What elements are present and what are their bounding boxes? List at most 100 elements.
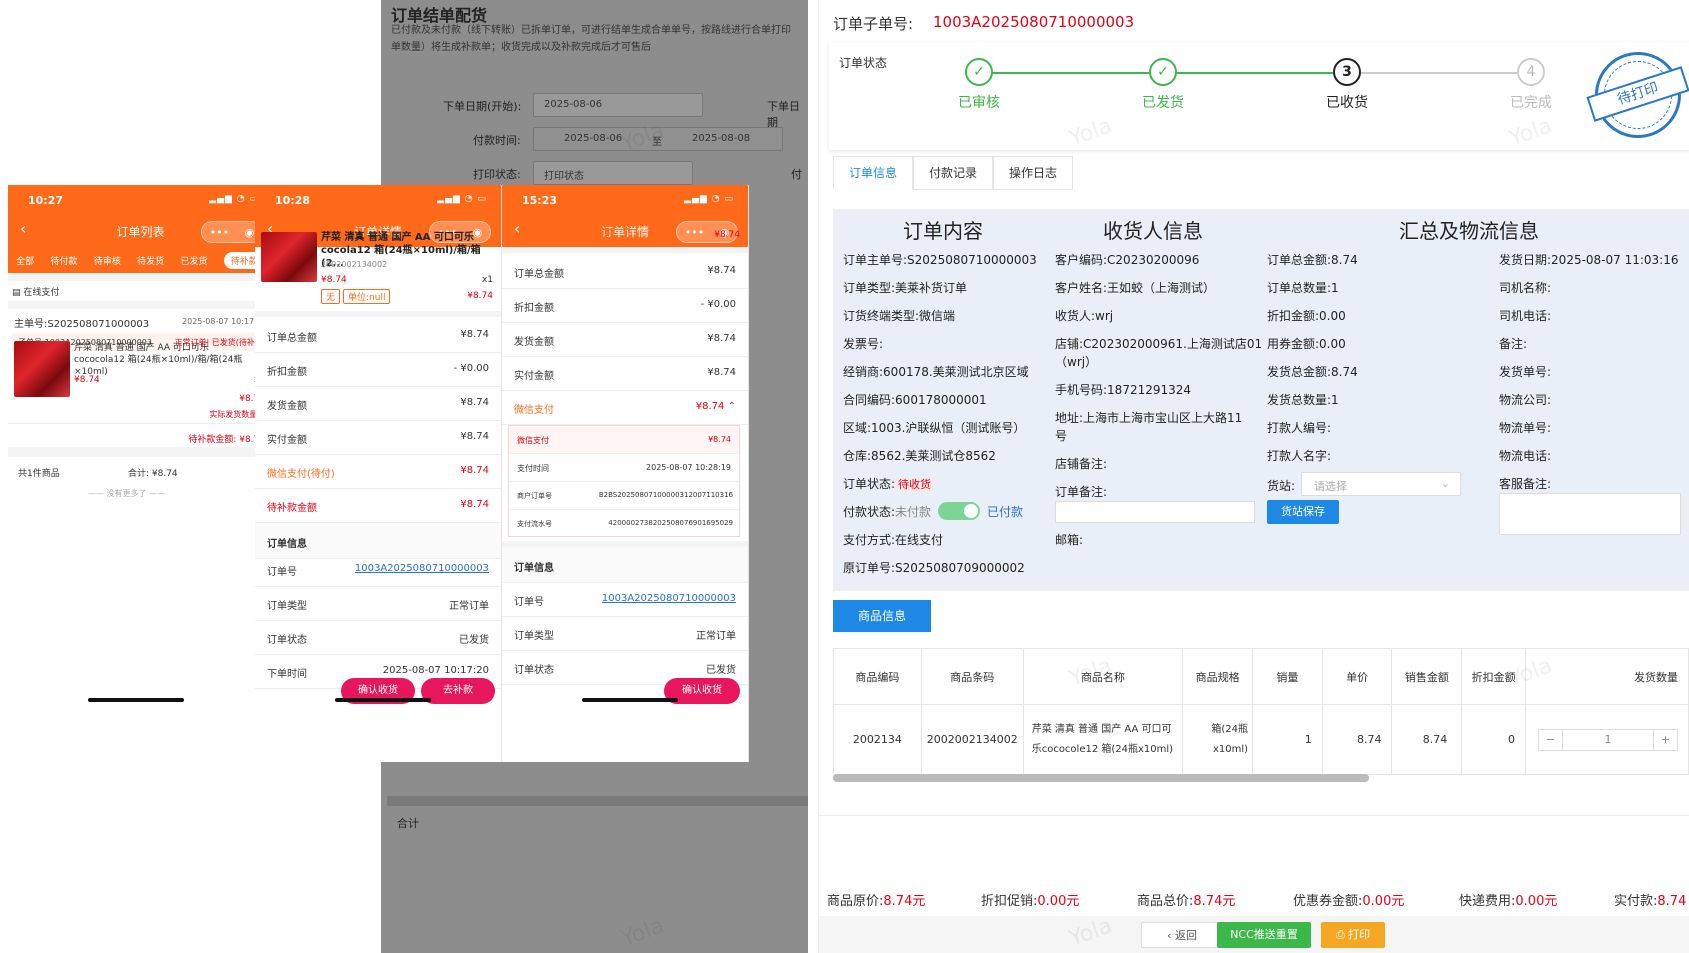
tab-payment-records[interactable]: 付款记录 xyxy=(913,156,993,190)
check-icon: ✓ xyxy=(965,58,993,86)
divider xyxy=(8,273,273,281)
cut-label: 付 xyxy=(791,168,802,181)
print-icon: ⎙ xyxy=(1335,928,1349,941)
field-address-cont: 号 xyxy=(1055,429,1068,443)
step-name: 已完成 xyxy=(1510,95,1552,111)
phone-order-list: 10:27 ▂▄▆ ◔ ▭ ‹ 订单列表 ••• ◉ 全部 待付款 待审核 待发货… xyxy=(8,185,274,762)
order-no-link[interactable]: 1003A2025080710000003 xyxy=(602,593,736,604)
row-value: ¥8.74 xyxy=(460,431,489,442)
tab-pending-review[interactable]: 待审核 xyxy=(94,254,121,267)
product-tags: 无单位:null xyxy=(568,229,640,244)
pay-unpaid: 未付款 xyxy=(895,505,932,519)
row-value: ¥8.74 xyxy=(707,333,736,344)
station-save-button[interactable]: 货站保存 xyxy=(1267,500,1339,524)
pay-method: ▤ 在线支付 xyxy=(12,288,60,298)
more-icon[interactable]: ••• xyxy=(210,226,229,239)
row-value: 已发货 xyxy=(459,635,489,646)
step-name: 已收货 xyxy=(1326,95,1368,111)
row-value: ¥8.74 xyxy=(460,465,489,476)
row-value: 正常订单 xyxy=(449,601,489,612)
home-indicator xyxy=(88,698,184,702)
th-code: 商品编码 xyxy=(833,648,922,705)
admin-scrollbar[interactable] xyxy=(387,796,808,806)
field-region: 区域:1003.沪联纵恒（测试账号） xyxy=(843,421,1026,435)
phone-order-detail: 10:28 ▂▄▆ ◔ ▭ ‹ 订单详情 ••• ◉ 芹菜 清真 普通 国产 AA… xyxy=(255,185,502,762)
th-spec: 商品规格 xyxy=(1182,648,1254,705)
field-original-no: 原订单号:S2025080709000002 xyxy=(843,561,1025,575)
row-label: 订单类型 xyxy=(514,631,554,642)
field-terminal: 订货终端类型:微信端 xyxy=(843,309,956,323)
row-value: ¥8.74 xyxy=(708,435,731,444)
step-reviewed: ✓ 已审核 xyxy=(939,58,1019,112)
close-circle-icon[interactable]: ◉ xyxy=(245,226,255,239)
pay-status-toggle[interactable] xyxy=(938,502,980,520)
section-title: 订单信息 xyxy=(514,563,554,574)
divider xyxy=(819,815,1689,816)
back-button[interactable]: ‹ 返回 xyxy=(1141,922,1223,948)
footer-paid: 实付款:8.74 xyxy=(1614,890,1686,909)
order-detail-panel: 订单子单号: 1003A2025080710000003 订单状态 ✓ 已审核 ✓… xyxy=(818,0,1689,953)
ship-qty-stepper[interactable]: − 1 + xyxy=(1538,728,1679,751)
service-remark-textarea[interactable] xyxy=(1499,493,1681,535)
amount-row: 实付金额 ¥8.74 xyxy=(255,419,501,455)
tag-unit: 单位:null xyxy=(343,289,391,304)
goods-info-button[interactable]: 商品信息 xyxy=(833,600,931,632)
product-name: 芹菜 清真 普通 国产 AA 可口可乐cococola12 箱(24瓶×10ml… xyxy=(74,343,243,377)
print-button[interactable]: ⎙ 打印 xyxy=(1321,922,1385,948)
check-icon: ✓ xyxy=(1149,58,1177,86)
step-name: 已审核 xyxy=(958,95,1000,111)
tab-pending-ship[interactable]: 待发货 xyxy=(137,254,164,267)
status-card: 订单状态 ✓ 已审核 ✓ 已发货 3 已收货 4 已完成 待打印 xyxy=(829,42,1689,150)
minus-icon[interactable]: − xyxy=(1539,729,1564,750)
section-title: 订单信息 xyxy=(267,539,307,550)
tab-operation-log[interactable]: 操作日志 xyxy=(993,156,1073,190)
capsule-menu[interactable]: ••• ◉ xyxy=(201,221,263,243)
ncc-reset-button[interactable]: NCC推送重置 xyxy=(1217,922,1311,948)
signal-icon: ▂▄▆ ◔ ▭ xyxy=(209,194,259,204)
sub-no-value: 1003A2025080710000003 xyxy=(933,13,1135,31)
tab-pending-pay[interactable]: 待付款 xyxy=(50,254,77,267)
topup-button[interactable]: 去补款 xyxy=(421,678,495,704)
station-select[interactable]: 请选择 ⌄ xyxy=(1301,472,1461,496)
tab-order-info[interactable]: 订单信息 xyxy=(833,156,913,190)
footer-unit: 元 xyxy=(1544,894,1558,909)
pay-start: 2025-08-06 xyxy=(564,133,623,144)
product-tags: 无单位:null xyxy=(321,289,393,304)
footer-value: 0.00 xyxy=(1515,894,1545,909)
order-no-link[interactable]: 1003A2025080710000003 xyxy=(355,563,489,574)
field-ship-amount: 发货总金额:8.74 xyxy=(1267,365,1358,379)
mobile-screenshots: 10:27 ▂▄▆ ◔ ▭ ‹ 订单列表 ••• ◉ 全部 待付款 待审核 待发货… xyxy=(8,185,808,762)
cell-ship-qty: − 1 + xyxy=(1525,704,1689,775)
footer-unit: 元 xyxy=(1222,894,1236,909)
footer-unit: 元 xyxy=(1066,894,1080,909)
footer-label: 商品总价: xyxy=(1137,894,1194,909)
line-total: ¥8.74 xyxy=(714,230,740,240)
tab-shipped[interactable]: 已发货 xyxy=(180,254,207,267)
product-image[interactable] xyxy=(14,341,70,397)
row-value: ¥8.74 xyxy=(460,397,489,408)
field-payer-name: 打款人名字: xyxy=(1267,449,1332,463)
row-label: 发货金额 xyxy=(267,401,307,412)
order-remark-input[interactable] xyxy=(1055,501,1255,523)
table-scrollbar[interactable] xyxy=(833,774,1369,782)
field-store-cont: （wrj） xyxy=(1055,355,1098,369)
product-image[interactable] xyxy=(261,232,317,282)
tab-all[interactable]: 全部 xyxy=(16,254,34,267)
row-label: 微信支付 xyxy=(517,436,549,445)
wx-pay-row[interactable]: 微信支付 ¥8.74 ⌃ xyxy=(502,389,748,425)
step-number: 4 xyxy=(1517,58,1545,86)
divider xyxy=(8,301,273,309)
more-icon[interactable]: ••• xyxy=(685,226,704,239)
plus-icon[interactable]: + xyxy=(1653,729,1677,750)
amount-row: 微信支付(待付) ¥8.74 xyxy=(255,453,501,489)
step-received: 3 已收货 xyxy=(1307,58,1387,112)
divider xyxy=(8,423,273,424)
print-status-select[interactable]: 打印状态 xyxy=(533,161,693,185)
row-value: B2BS20250807100000312007110316 xyxy=(598,491,733,499)
order-date-input[interactable]: 2025-08-06 xyxy=(533,93,703,117)
pay-end: 2025-08-08 xyxy=(692,133,751,144)
field-ship-no: 发货单号: xyxy=(1499,365,1552,379)
cell-qty: 1 xyxy=(1252,704,1323,775)
amount-row: 发货金额 ¥8.74 xyxy=(255,385,501,421)
chevron-up-icon: ⌃ xyxy=(727,401,736,412)
